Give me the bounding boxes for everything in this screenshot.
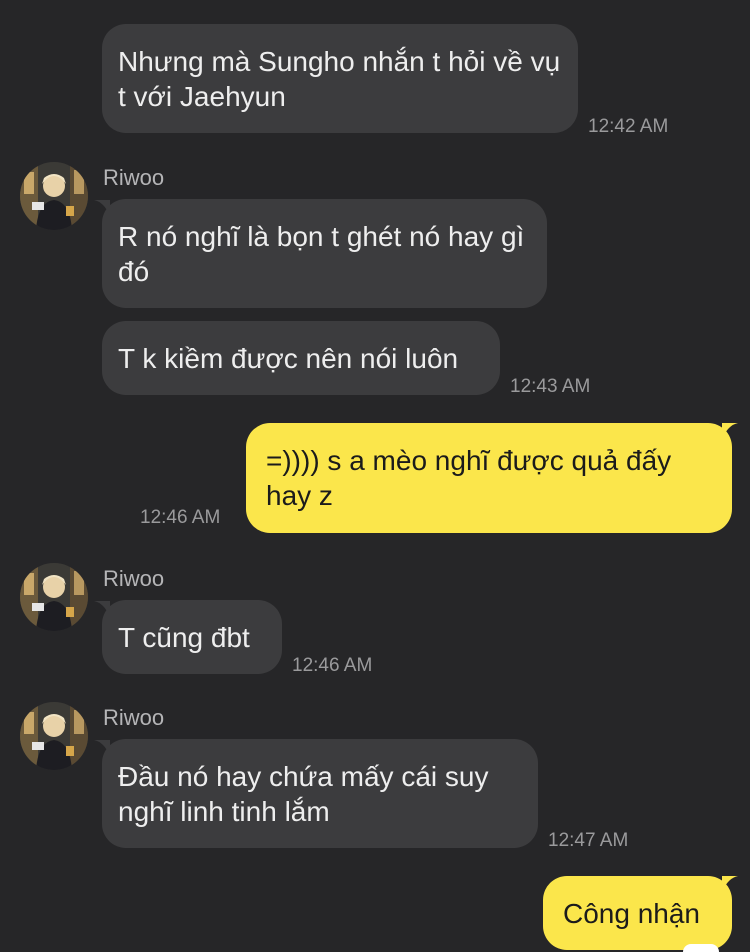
message-text: Nhưng mà Sungho nhắn t hỏi về vụ t với J…	[118, 45, 561, 112]
message-bubble-incoming[interactable]: R nó nghĩ là bọn t ghét nó hay gì đó	[102, 199, 547, 308]
avatar[interactable]	[20, 563, 88, 631]
avatar-photo-icon	[20, 162, 88, 230]
bubble-tail-icon	[722, 876, 738, 892]
bubble-tail-icon	[722, 423, 738, 439]
message-bubble-incoming[interactable]: T cũng đbt	[102, 600, 282, 674]
message-text: T cũng đbt	[118, 621, 250, 653]
message-text: Đầu nó hay chứa mấy cái suy nghĩ linh ti…	[118, 760, 489, 827]
message-timestamp: 12:46 AM	[292, 655, 373, 676]
message-bubble-incoming[interactable]: T k kiềm được nên nói luôn	[102, 321, 500, 395]
message-timestamp: 12:42 AM	[588, 116, 669, 137]
message-text: Công nhận	[563, 897, 701, 929]
sender-name: Riwoo	[103, 566, 165, 591]
message-text: R nó nghĩ là bọn t ghét nó hay gì đó	[118, 220, 525, 287]
message-text: =)))) s a mèo nghĩ được quả đấy hay z	[266, 445, 672, 511]
sender-name: Riwoo	[103, 705, 165, 730]
avatar[interactable]	[20, 702, 88, 770]
message-bubble-incoming[interactable]: Nhưng mà Sungho nhắn t hỏi về vụ t với J…	[102, 24, 578, 133]
avatar[interactable]	[20, 162, 88, 230]
message-timestamp: 12:46 AM	[140, 507, 221, 528]
message-timestamp: 12:43 AM	[510, 376, 591, 397]
sender-name: Riwoo	[103, 165, 165, 190]
avatar-photo-icon	[20, 702, 88, 770]
message-text: T k kiềm được nên nói luôn	[118, 342, 459, 374]
message-bubble-outgoing[interactable]: Công nhận	[543, 876, 732, 950]
outgoing-bubble-edge	[683, 944, 719, 952]
message-bubble-incoming[interactable]: Đầu nó hay chứa mấy cái suy nghĩ linh ti…	[102, 739, 538, 848]
message-timestamp: 12:47 AM	[548, 830, 629, 851]
avatar-photo-icon	[20, 563, 88, 631]
message-bubble-outgoing[interactable]: =)))) s a mèo nghĩ được quả đấy hay z	[246, 423, 732, 533]
